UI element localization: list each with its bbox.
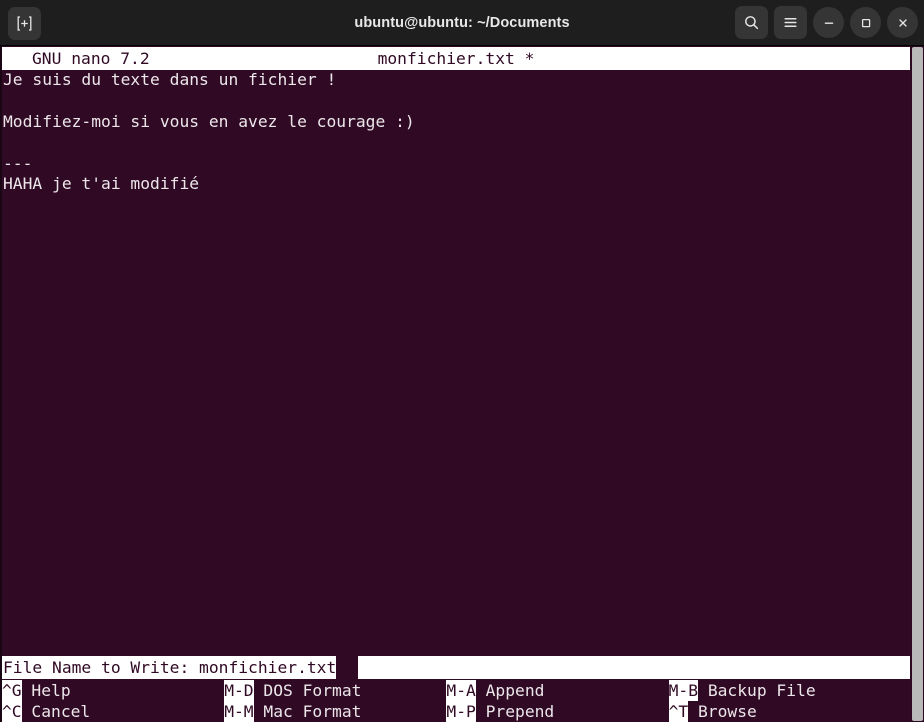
shortcut-label: DOS Format xyxy=(253,681,362,700)
minimize-icon[interactable] xyxy=(813,7,844,38)
nano-title-bar: GNU nano 7.2 monfichier.txt * xyxy=(2,47,910,70)
terminal-scrollbar[interactable] xyxy=(911,46,924,722)
prompt-cursor xyxy=(346,656,359,679)
editor-line: HAHA je t'ai modifié xyxy=(3,174,200,194)
shortcut-key: ^C xyxy=(2,701,22,722)
shortcut-key: M-D xyxy=(224,680,254,701)
editor-line: --- xyxy=(3,153,33,173)
search-icon[interactable] xyxy=(735,6,768,39)
shortcut-item[interactable]: ^C Cancel xyxy=(2,701,90,722)
terminal-area[interactable]: GNU nano 7.2 monfichier.txt * Je suis du… xyxy=(0,46,924,722)
scrollbar-thumb[interactable] xyxy=(912,47,923,721)
shortcut-key: ^T xyxy=(668,701,689,722)
shortcut-label: Mac Format xyxy=(253,702,362,721)
new-tab-button[interactable] xyxy=(8,7,41,40)
shortcut-item[interactable]: M-M Mac Format xyxy=(224,701,361,722)
window-titlebar: ubuntu@ubuntu: ~/Documents xyxy=(0,0,924,46)
nano-filename-label: monfichier.txt * xyxy=(377,49,535,68)
shortcut-key: M-B xyxy=(668,680,699,701)
shortcut-key: M-M xyxy=(224,701,254,722)
shortcut-label: Backup File xyxy=(698,681,816,700)
shortcut-row-2: ^C Cancel M-M Mac Format M-P Prepend ^T Bro… xyxy=(0,701,924,722)
shortcut-item[interactable]: M-B Backup File xyxy=(668,680,816,701)
editor-line: Modifiez-moi si vous en avez le courage … xyxy=(3,111,415,131)
hamburger-menu-icon[interactable] xyxy=(774,6,807,39)
shortcut-label: Help xyxy=(21,681,71,700)
new-tab-icon[interactable] xyxy=(8,7,41,40)
shortcut-key: M-A xyxy=(446,680,476,701)
shortcut-item[interactable]: M-D DOS Format xyxy=(224,680,361,701)
terminal-left-edge xyxy=(0,46,2,722)
editor-text-area[interactable]: Je suis du texte dans un fichier ! Modif… xyxy=(3,70,415,195)
prompt-field-remainder[interactable] xyxy=(358,656,910,679)
maximize-icon[interactable] xyxy=(850,7,881,38)
shortcut-item[interactable]: ^T Browse xyxy=(668,701,757,722)
shortcut-item[interactable]: ^G Help xyxy=(2,680,71,701)
window-controls xyxy=(735,6,918,39)
shortcut-label: Browse xyxy=(688,702,757,721)
write-file-prompt[interactable]: File Name to Write: monfichier.txt xyxy=(2,656,337,679)
shortcut-item[interactable]: M-P Prepend xyxy=(446,701,554,722)
shortcut-key: M-P xyxy=(446,701,476,722)
shortcut-key: ^G xyxy=(2,680,22,701)
close-icon[interactable] xyxy=(887,7,918,38)
shortcut-label: Append xyxy=(475,681,545,700)
shortcut-item[interactable]: M-A Append xyxy=(446,680,544,701)
editor-line: Je suis du texte dans un fichier ! xyxy=(3,70,337,89)
shortcut-label: Prepend xyxy=(475,702,555,721)
shortcut-label: Cancel xyxy=(21,702,91,721)
write-file-prompt-row[interactable]: File Name to Write: monfichier.txt xyxy=(0,656,924,679)
nano-shortcut-bar: ^G Help M-D DOS Format M-A Append M-B Backu… xyxy=(0,680,924,722)
shortcut-row-1: ^G Help M-D DOS Format M-A Append M-B Backu… xyxy=(0,680,924,701)
